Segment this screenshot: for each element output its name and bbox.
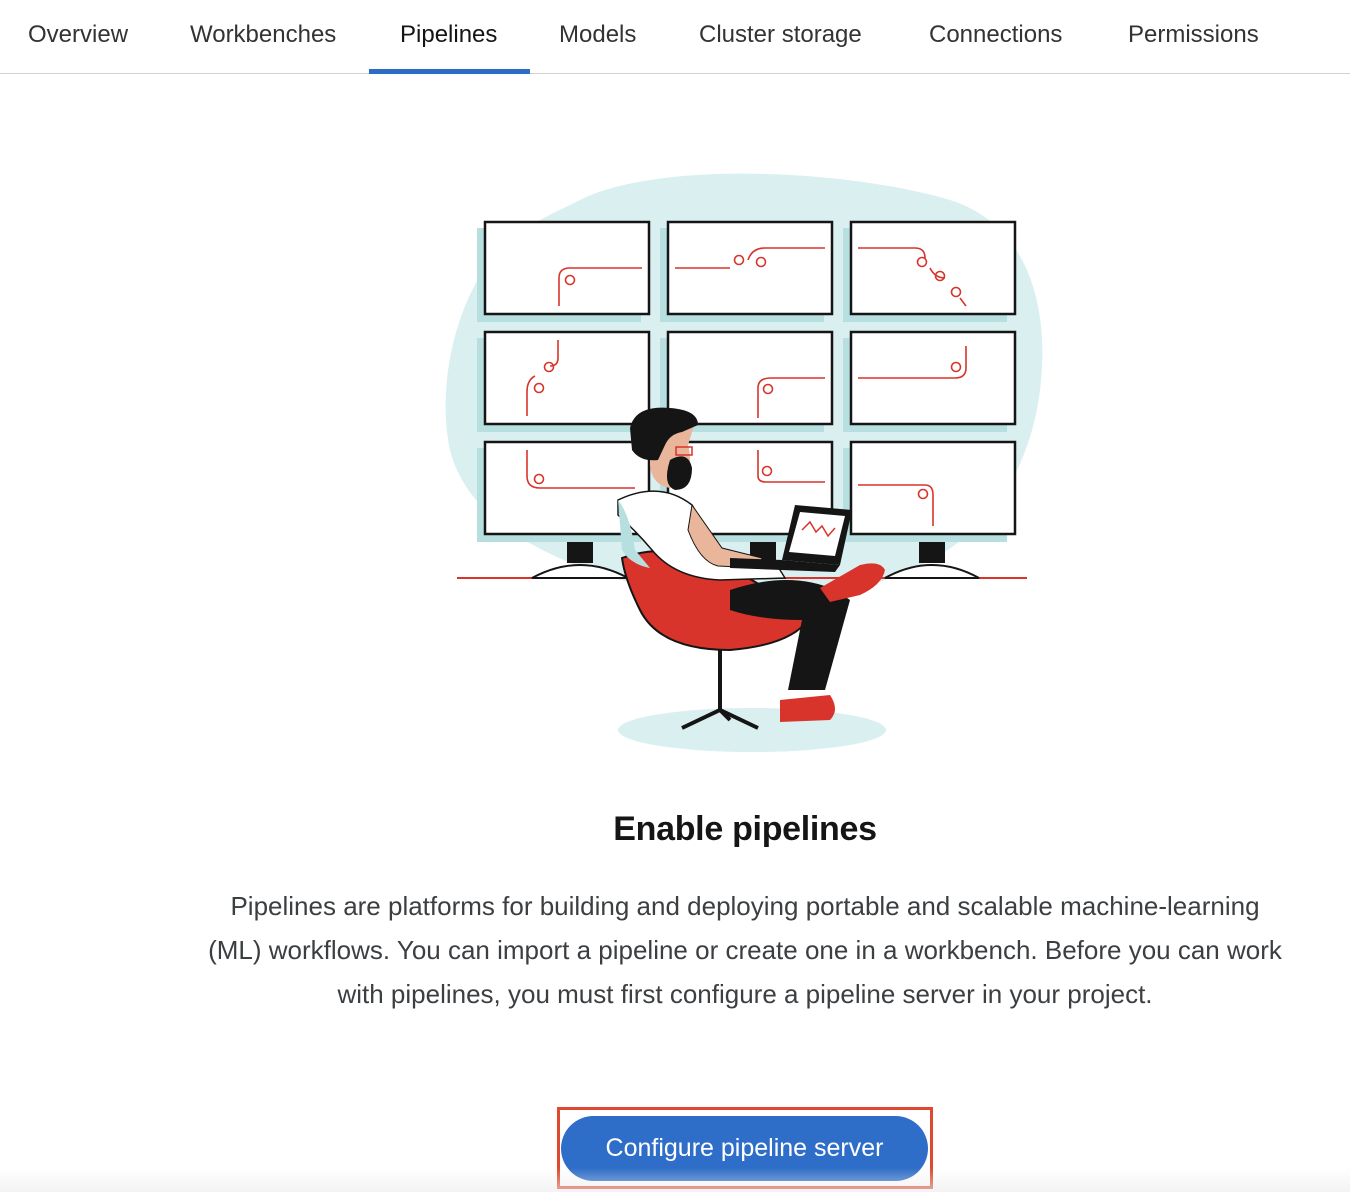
tab-workbenches[interactable]: Workbenches xyxy=(190,0,336,73)
tab-cluster-storage[interactable]: Cluster storage xyxy=(699,0,862,73)
tab-models[interactable]: Models xyxy=(559,0,636,73)
project-tabs: Overview Workbenches Pipelines Models Cl… xyxy=(0,0,1350,74)
page-title: Enable pipelines xyxy=(613,810,877,848)
active-tab-indicator xyxy=(369,69,530,74)
tab-overview[interactable]: Overview xyxy=(28,0,128,73)
pipelines-illustration-icon xyxy=(445,173,1043,752)
tab-permissions[interactable]: Permissions xyxy=(1128,0,1259,73)
empty-state-description: Pipelines are platforms for building and… xyxy=(208,891,1282,1009)
configure-pipeline-server-button[interactable]: Configure pipeline server xyxy=(561,1116,928,1181)
tab-pipelines[interactable]: Pipelines xyxy=(400,0,497,73)
tab-connections[interactable]: Connections xyxy=(929,0,1062,73)
